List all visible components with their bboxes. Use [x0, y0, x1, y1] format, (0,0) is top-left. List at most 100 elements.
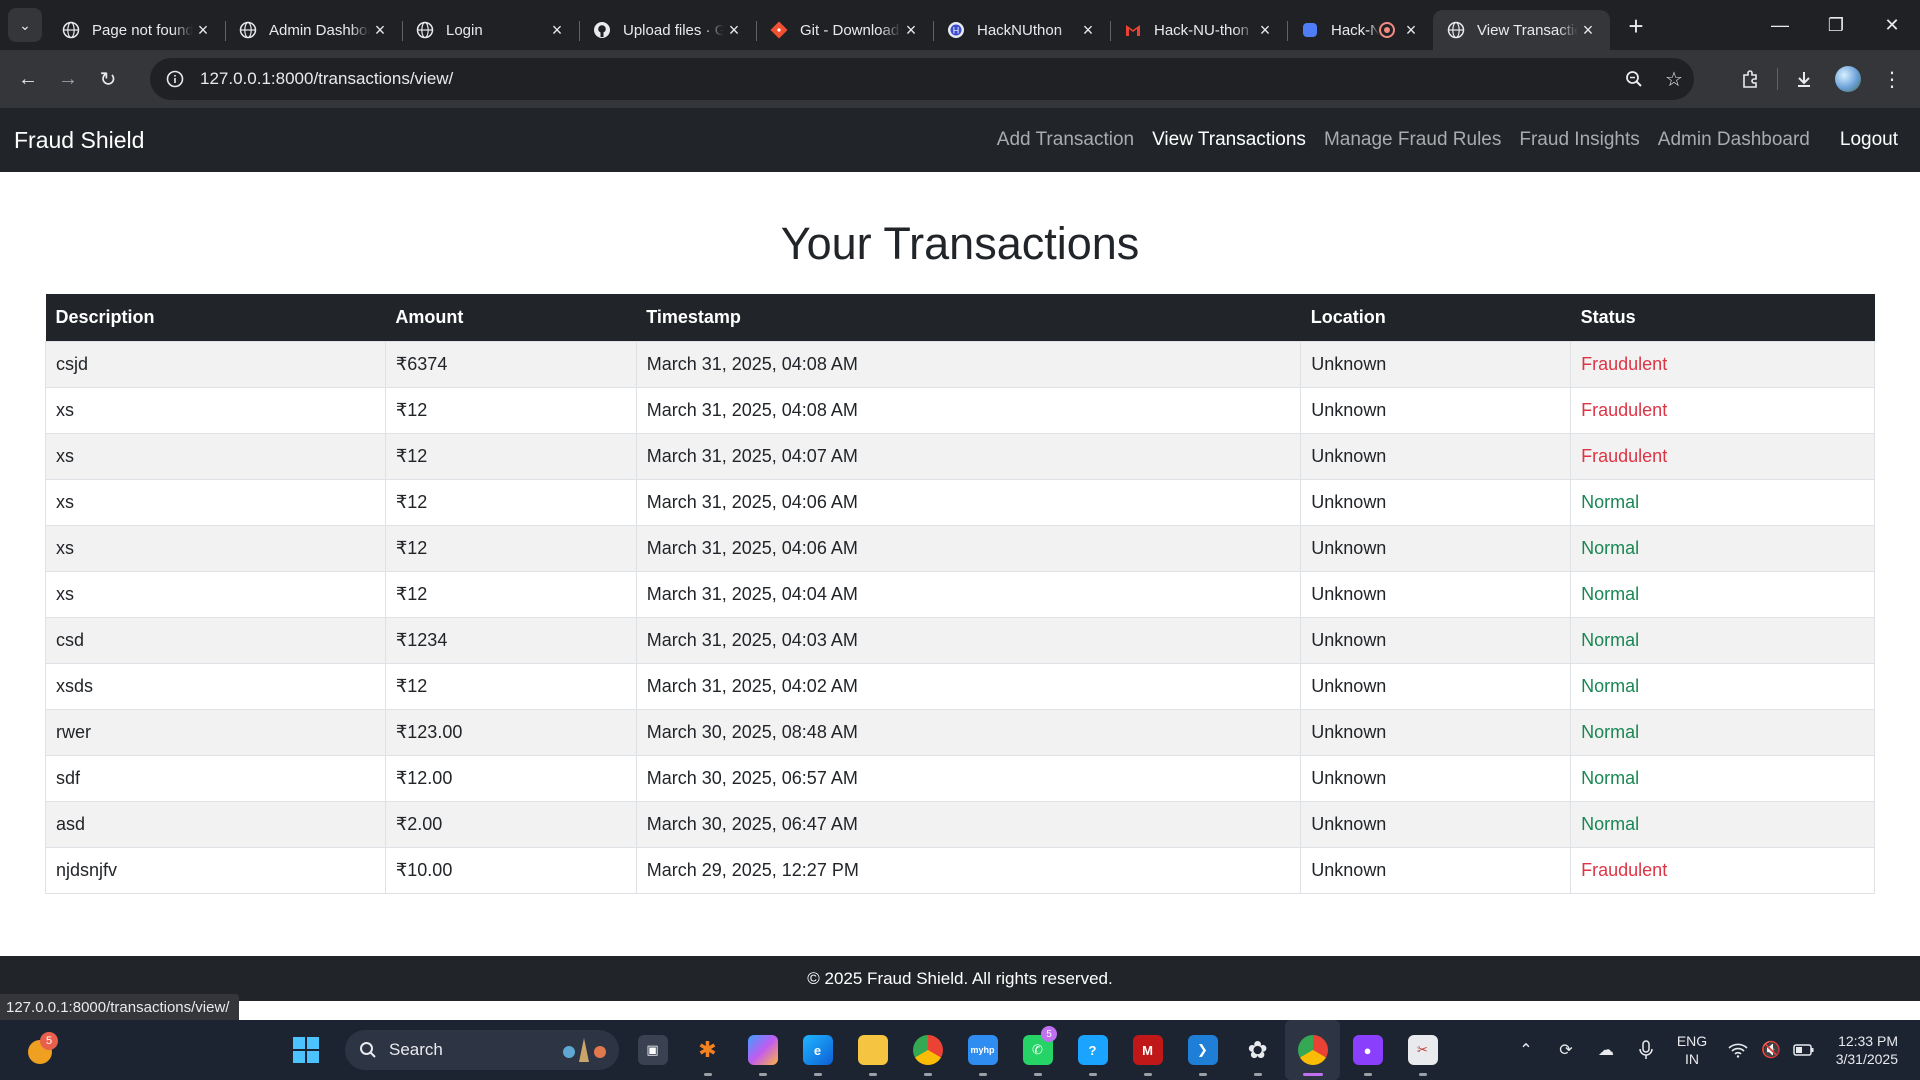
zoom-icon[interactable] — [1614, 70, 1654, 88]
table-row: xs ₹12 March 31, 2025, 04:08 AM Unknown Frau… — [45, 386, 1875, 434]
vscode-icon: ❯ — [1187, 1035, 1218, 1065]
tab-title: Page not found — [92, 21, 193, 39]
browser-tab[interactable]: Hack-NU-thon × — [1110, 10, 1287, 50]
table-header-row: Description Amount Timestamp Location St… — [45, 294, 1875, 341]
taskbar-app-task-view[interactable]: ▣ — [625, 1020, 680, 1080]
downloads-icon[interactable] — [1782, 59, 1826, 99]
chevron-up-icon[interactable]: ⌃ — [1506, 1040, 1546, 1060]
close-window-button[interactable]: ✕ — [1864, 0, 1920, 50]
browser-tab[interactable]: Admin Dashboard× — [225, 10, 402, 50]
browser-menu-button[interactable]: ⋮ — [1870, 59, 1914, 99]
cell-location: Unknown — [1300, 432, 1572, 480]
speaker-muted-icon[interactable]: 🔇 — [1758, 1040, 1784, 1060]
onedrive-cloud-icon[interactable]: ☁ — [1586, 1040, 1626, 1060]
cell-timestamp: March 29, 2025, 12:27 PM — [635, 846, 1302, 894]
taskbar-app-orange-app[interactable]: ✱ — [680, 1020, 735, 1080]
browser-tab[interactable]: Hack-NU × — [1287, 10, 1433, 50]
address-bar[interactable]: 127.0.0.1:8000/transactions/view/ ☆ — [150, 58, 1694, 100]
system-clock[interactable]: 12:33 PM 3/31/2025 — [1824, 1032, 1920, 1068]
weather-widget[interactable]: 5 — [24, 1032, 60, 1068]
transactions-table: Description Amount Timestamp Location St… — [45, 294, 1875, 894]
browser-tab[interactable]: View Transactions× — [1433, 10, 1610, 50]
nav-add-transaction[interactable]: Add Transaction — [997, 129, 1134, 151]
restore-button[interactable]: ❐ — [1808, 0, 1864, 50]
nav-admin-dashboard[interactable]: Admin Dashboard — [1658, 129, 1810, 151]
browser-tab[interactable]: Upload files · GitHub× — [579, 10, 756, 50]
task-view-icon: ▣ — [637, 1035, 668, 1065]
cell-amount: ₹123.00 — [384, 708, 637, 756]
cell-amount: ₹12 — [384, 432, 637, 480]
tab-close-icon[interactable]: × — [370, 20, 390, 41]
running-indicator — [1254, 1073, 1262, 1076]
copilot-icon — [747, 1035, 778, 1065]
new-tab-button[interactable]: + — [1618, 8, 1654, 44]
cell-description: sdf — [45, 754, 386, 802]
nav-logout[interactable]: Logout — [1840, 129, 1898, 151]
table-row: xsds ₹12 March 31, 2025, 04:02 AM Unknown No… — [45, 662, 1875, 710]
tab-close-icon[interactable]: × — [1401, 20, 1421, 41]
brand-logo-text[interactable]: Fraud Shield — [14, 127, 144, 154]
taskbar-app-help[interactable]: ? — [1065, 1020, 1120, 1080]
taskbar-app-mcafee[interactable]: M — [1120, 1020, 1175, 1080]
taskbar-app-whatsapp[interactable]: ✆ 5 — [1010, 1020, 1065, 1080]
nav-view-transactions[interactable]: View Transactions — [1152, 129, 1306, 151]
taskbar-app-myhp[interactable]: myhp — [955, 1020, 1010, 1080]
back-button[interactable]: ← — [8, 59, 48, 99]
cell-amount: ₹1234 — [384, 616, 637, 664]
taskbar-app-file-explorer[interactable] — [845, 1020, 900, 1080]
extensions-icon[interactable] — [1729, 59, 1773, 99]
nav-manage-fraud-rules[interactable]: Manage Fraud Rules — [1324, 129, 1501, 151]
taskbar-app-edge[interactable]: e — [790, 1020, 845, 1080]
taskbar-app-copilot[interactable] — [735, 1020, 790, 1080]
cell-timestamp: March 31, 2025, 04:02 AM — [635, 662, 1302, 710]
cell-description: xsds — [45, 662, 386, 710]
tab-close-icon[interactable]: × — [1255, 20, 1275, 41]
arrow-left-icon: ← — [18, 67, 38, 90]
tab-close-icon[interactable]: × — [1578, 20, 1598, 41]
start-button[interactable] — [278, 1020, 333, 1080]
tab-search-button[interactable]: ⌄ — [8, 8, 42, 42]
tab-title: Hack-NU-thon — [1154, 21, 1250, 39]
browser-tab[interactable]: H HackNUthon × — [933, 10, 1110, 50]
wifi-icon[interactable] — [1718, 1042, 1758, 1058]
input-language[interactable]: ENG IN — [1666, 1032, 1718, 1068]
plus-icon: + — [1628, 10, 1644, 41]
microphone-icon[interactable] — [1626, 1040, 1666, 1060]
browser-tab[interactable]: Page not found × — [48, 10, 225, 50]
cell-status: Normal — [1570, 524, 1875, 572]
profile-avatar[interactable] — [1826, 59, 1870, 99]
browser-tab[interactable]: Git - Downloads × — [756, 10, 933, 50]
cell-timestamp: March 31, 2025, 04:06 AM — [635, 524, 1302, 572]
bookmark-star-icon[interactable]: ☆ — [1654, 67, 1694, 92]
tab-close-icon[interactable]: × — [547, 20, 567, 41]
table-row: xs ₹12 March 31, 2025, 04:06 AM Unknown Norm… — [45, 478, 1875, 526]
taskbar-app-chatgpt[interactable]: ✿ — [1230, 1020, 1285, 1080]
taskbar-app-vscode[interactable]: ❯ — [1175, 1020, 1230, 1080]
reload-button[interactable]: ↻ — [88, 59, 128, 99]
forward-button[interactable]: → — [48, 59, 88, 99]
tab-title: Git - Downloads — [800, 21, 901, 39]
site-info-icon[interactable] — [154, 70, 196, 88]
minimize-button[interactable]: — — [1752, 0, 1808, 50]
tab-close-icon[interactable]: × — [724, 20, 744, 41]
cell-status: Normal — [1570, 800, 1875, 848]
sync-icon[interactable]: ⟳ — [1546, 1040, 1586, 1060]
reload-icon: ↻ — [99, 68, 117, 91]
taskbar-app-chrome[interactable] — [900, 1020, 955, 1080]
taskbar-app-github-desktop[interactable]: ● — [1340, 1020, 1395, 1080]
cell-location: Unknown — [1300, 570, 1572, 618]
tab-close-icon[interactable]: × — [1078, 20, 1098, 41]
table-row: csd ₹1234 March 31, 2025, 04:03 AM Unknown N… — [45, 616, 1875, 664]
taskbar-app-snipping-tool[interactable]: ✂ — [1395, 1020, 1450, 1080]
tab-close-icon[interactable]: × — [193, 20, 213, 41]
cell-amount: ₹10.00 — [384, 846, 637, 894]
help-icon: ? — [1077, 1035, 1108, 1065]
cell-location: Unknown — [1300, 616, 1572, 664]
browser-tab[interactable]: Login × — [402, 10, 579, 50]
tab-close-icon[interactable]: × — [901, 20, 921, 41]
url-text[interactable]: 127.0.0.1:8000/transactions/view/ — [200, 69, 1614, 89]
battery-icon[interactable] — [1784, 1043, 1824, 1057]
taskbar-search[interactable]: Search — [345, 1030, 619, 1070]
nav-fraud-insights[interactable]: Fraud Insights — [1519, 129, 1639, 151]
taskbar-app-chrome-active[interactable] — [1285, 1020, 1340, 1080]
